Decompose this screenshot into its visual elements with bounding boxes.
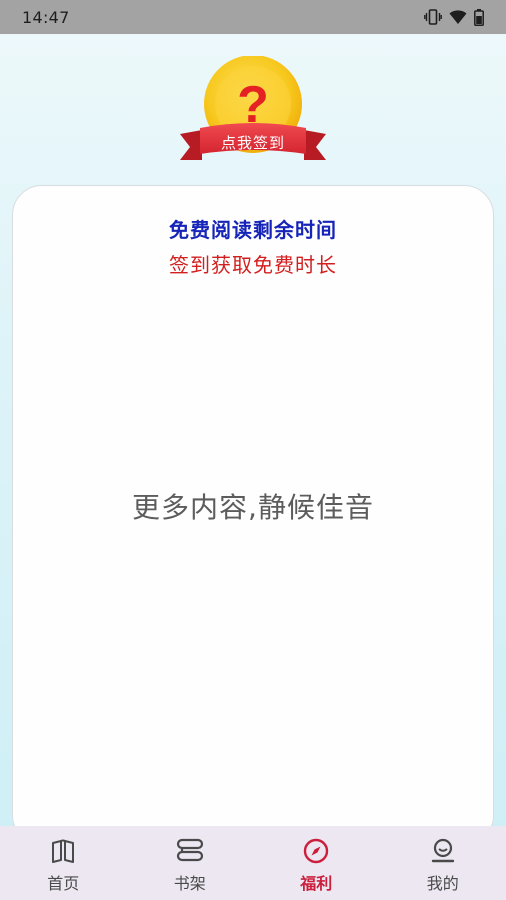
tab-welfare[interactable]: 福利: [253, 826, 380, 900]
coming-soon-message: 更多内容,静候佳音: [132, 491, 374, 524]
status-icons: [424, 8, 484, 26]
bottom-tab-bar: 首页 书架 福利 我的: [0, 826, 506, 900]
signin-badge-button[interactable]: ? 点我签到: [178, 56, 328, 168]
bookshelf-icon: [176, 838, 203, 862]
tab-mine[interactable]: 我的: [380, 826, 506, 900]
vibrate-icon: [424, 9, 442, 25]
tab-label: 首页: [47, 874, 80, 893]
tab-bookshelf[interactable]: 书架: [127, 826, 254, 900]
book-icon: [52, 839, 75, 863]
tab-label: 福利: [300, 874, 333, 893]
tab-home[interactable]: 首页: [0, 826, 127, 900]
tab-label: 书架: [173, 874, 206, 893]
battery-icon: [474, 8, 484, 26]
card-subtitle: 签到获取免费时长: [169, 253, 337, 277]
compass-icon: [304, 838, 329, 864]
status-bar: 14:47: [0, 0, 506, 34]
wifi-icon: [449, 10, 467, 24]
tab-label: 我的: [426, 874, 459, 893]
signin-label: 点我签到: [220, 134, 285, 152]
free-reading-card: 免费阅读剩余时间 签到获取免费时长 更多内容,静候佳音: [12, 185, 494, 845]
status-time: 14:47: [22, 7, 70, 27]
card-title: 免费阅读剩余时间: [169, 218, 337, 242]
profile-icon: [431, 838, 454, 863]
